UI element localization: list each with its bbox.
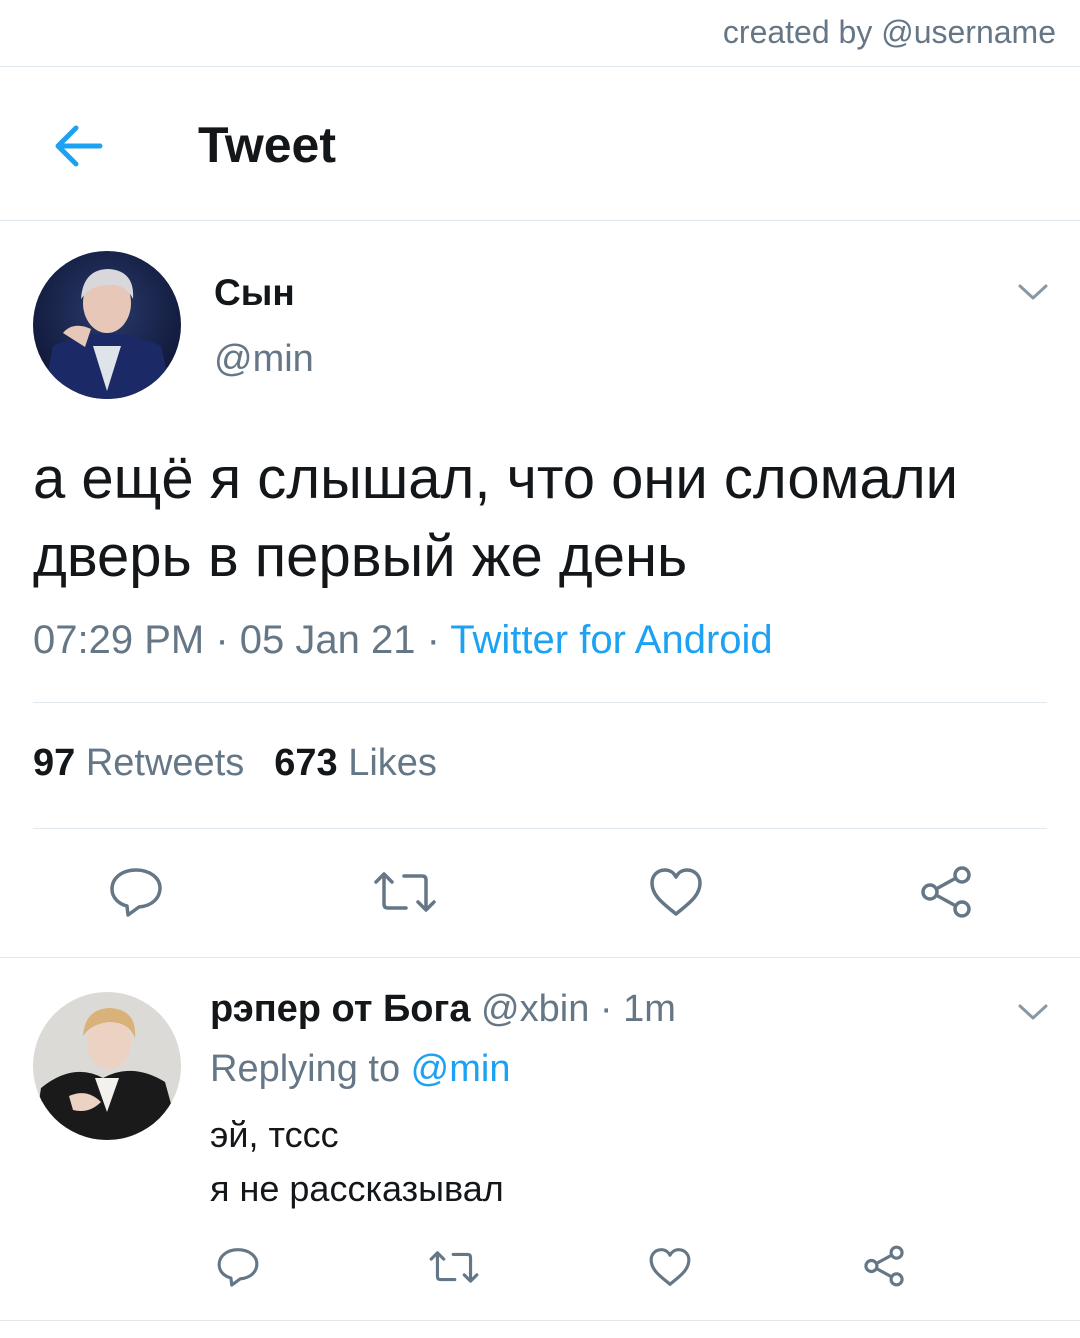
divider	[33, 702, 1047, 703]
replying-label: Replying to	[210, 1048, 411, 1090]
likes-count: 673	[274, 742, 338, 784]
credit-text: created by @username	[722, 14, 1056, 50]
avatar[interactable]	[33, 251, 181, 399]
reply-retweet-button[interactable]	[428, 1248, 480, 1291]
reply-menu-button[interactable]	[1016, 1000, 1050, 1029]
chevron-down-icon	[1018, 1004, 1048, 1020]
share-icon	[864, 1245, 904, 1287]
retweets-stat[interactable]: 97 Retweets	[33, 742, 244, 784]
tweet-stats: 97 Retweets 673 Likes	[33, 742, 437, 785]
divider	[0, 220, 1080, 221]
reply-avatar[interactable]	[33, 992, 181, 1140]
retweet-icon	[429, 1251, 479, 1283]
share-button[interactable]	[918, 864, 974, 925]
retweets-count: 97	[33, 742, 76, 784]
divider	[33, 828, 1047, 829]
retweet-button[interactable]	[372, 868, 438, 921]
reply-like-button[interactable]	[648, 1246, 692, 1293]
author-name[interactable]: Сын	[214, 272, 295, 314]
arrow-left-icon	[55, 125, 103, 167]
reply-avatar-image	[33, 992, 181, 1140]
like-icon	[649, 1248, 691, 1286]
tweet-time: 07:29 PM	[33, 618, 205, 662]
page-title: Tweet	[198, 117, 336, 173]
meta-separator: ·	[415, 618, 451, 662]
reply-button[interactable]	[108, 866, 164, 923]
reply-time: · 1m	[589, 988, 676, 1030]
reply-author-handle[interactable]: @xbin	[481, 988, 589, 1030]
tweet-meta: 07:29 PM · 05 Jan 21 · Twitter for Andro…	[33, 618, 773, 663]
tweet-menu-button[interactable]	[1016, 280, 1050, 309]
tweet-source-link[interactable]: Twitter for Android	[450, 618, 772, 662]
likes-label: Likes	[348, 742, 437, 784]
tweet-text: а ещё я слышал, что они сломали дверь в …	[33, 446, 959, 589]
replying-mention-link[interactable]: @min	[411, 1048, 511, 1090]
chevron-down-icon	[1018, 284, 1048, 300]
like-icon	[650, 868, 702, 916]
reply-header: рэпер от Бога @xbin · 1m	[210, 988, 676, 1031]
divider	[0, 66, 1080, 67]
divider	[0, 1320, 1080, 1321]
likes-stat[interactable]: 673 Likes	[274, 742, 437, 784]
reply-share-button[interactable]	[862, 1244, 906, 1293]
author-handle[interactable]: @min	[214, 338, 314, 381]
meta-separator: ·	[204, 618, 240, 662]
reply-icon	[110, 868, 162, 917]
reply-icon	[217, 1248, 259, 1287]
reply-text: эй, тссс я не рассказывал	[210, 1114, 504, 1209]
like-button[interactable]	[648, 866, 704, 923]
back-button[interactable]	[50, 120, 106, 172]
divider	[0, 957, 1080, 958]
share-icon	[921, 866, 971, 918]
reply-reply-button[interactable]	[216, 1246, 260, 1293]
avatar-image	[33, 251, 181, 399]
retweet-icon	[374, 872, 436, 912]
tweet-date: 05 Jan 21	[239, 618, 416, 662]
reply-author-name[interactable]: рэпер от Бога	[210, 988, 470, 1030]
retweets-label: Retweets	[85, 742, 245, 784]
replying-to: Replying to @min	[210, 1048, 510, 1091]
